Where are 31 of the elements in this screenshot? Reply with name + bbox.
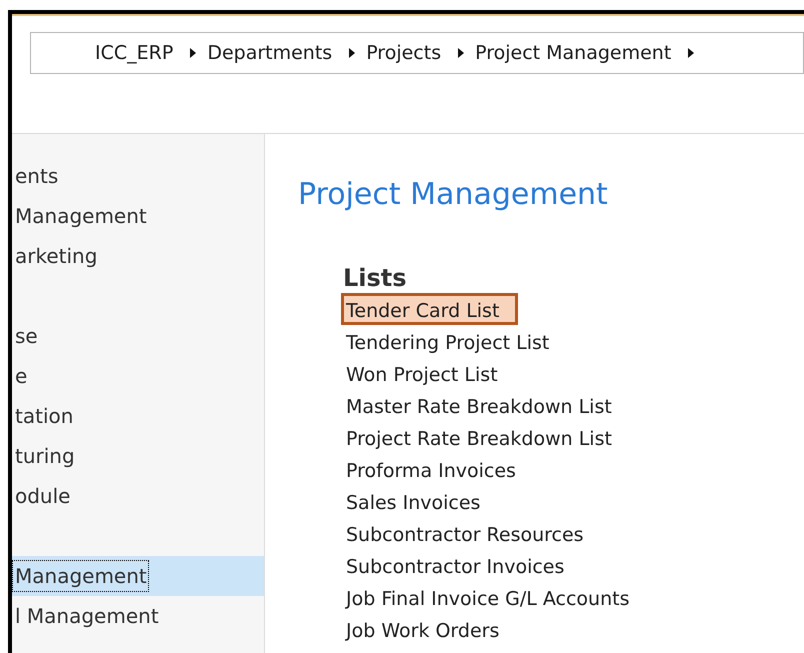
list-link[interactable]: Subcontractor Invoices (341, 549, 570, 581)
breadcrumb-item[interactable]: Departments (207, 38, 332, 68)
list-link[interactable]: Tender Card List (341, 293, 518, 325)
chevron-icon[interactable] (348, 47, 356, 59)
sidebar-item[interactable]: turing (12, 436, 264, 476)
list-link[interactable]: Proforma Invoices (341, 453, 521, 485)
breadcrumb-item[interactable]: Projects (366, 38, 442, 68)
section-heading: Lists (343, 263, 407, 293)
sidebar-item[interactable]: Management (12, 196, 264, 236)
breadcrumb-item[interactable]: Project Management (475, 38, 672, 68)
breadcrumb-item[interactable]: ICC_ERP (95, 38, 174, 68)
sidebar-item[interactable]: Management (12, 556, 264, 596)
sidebar-item[interactable]: se (12, 316, 264, 356)
sidebar-item[interactable]: e (12, 356, 264, 396)
chevron-icon[interactable] (687, 47, 696, 59)
list-link[interactable]: Won Project List (341, 357, 503, 389)
list-link[interactable]: Job Final Invoice G/L Accounts (341, 581, 634, 613)
list-link[interactable]: Sales Invoices (341, 485, 486, 517)
sidebar-item[interactable]: ents (12, 156, 264, 196)
list-link[interactable]: Master Rate Breakdown List (341, 389, 617, 421)
sidebar-item[interactable]: tation (12, 396, 264, 436)
list-link[interactable]: Subcontractor Resources (341, 517, 589, 549)
chevron-icon[interactable] (189, 47, 198, 59)
page-title: Project Management (298, 176, 609, 214)
list-link[interactable]: Job Work Orders (341, 613, 504, 645)
list-link[interactable]: Tendering Project List (341, 325, 554, 357)
sidebar-item[interactable]: odule (12, 476, 264, 516)
chevron-icon[interactable] (457, 47, 466, 59)
sidebar-item[interactable]: l Management (12, 596, 264, 636)
list-link[interactable]: Project Rate Breakdown List (341, 421, 617, 453)
sidebar-item[interactable]: arketing (12, 236, 264, 276)
